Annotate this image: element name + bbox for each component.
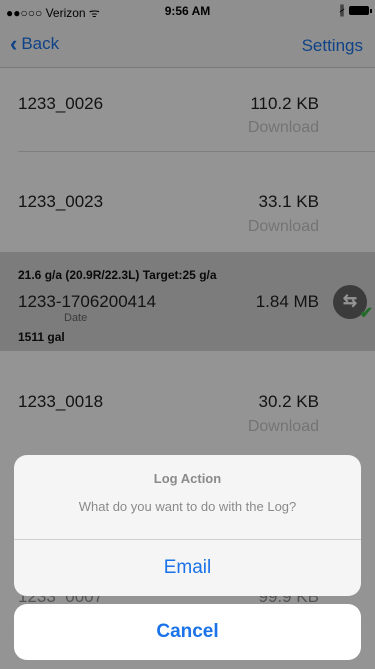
cancel-button[interactable]: Cancel (14, 604, 361, 660)
cancel-sheet: Cancel (14, 604, 361, 660)
action-sheet: Log Action What do you want to do with t… (14, 455, 361, 596)
action-sheet-message: What do you want to do with the Log? (78, 499, 297, 514)
action-sheet-title: Log Action (153, 471, 222, 486)
email-button[interactable]: Email (14, 540, 361, 596)
